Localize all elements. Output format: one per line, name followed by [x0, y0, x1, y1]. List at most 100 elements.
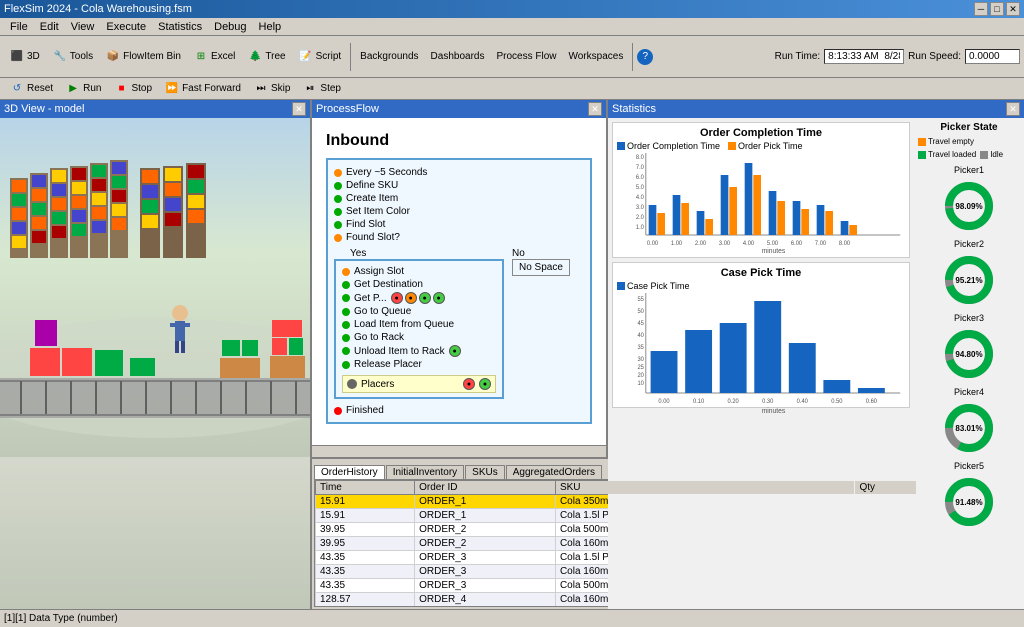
placers-row: Placers ● ● [342, 375, 496, 393]
col-time[interactable]: Time [316, 481, 415, 495]
svg-text:8.0: 8.0 [636, 155, 645, 161]
view3d-canvas[interactable] [0, 118, 310, 609]
col-qty[interactable]: Qty [855, 481, 917, 495]
status-text: [1][1] Data Type (number) [4, 613, 118, 624]
dot-findslot [334, 221, 342, 229]
btn-flowitem[interactable]: 📦 FlowItem Bin [100, 47, 186, 67]
btn-backgrounds[interactable]: Backgrounds [355, 49, 423, 64]
view3d-panel: 3D View - model ✕ [0, 100, 312, 609]
picker-cards: Picker198.09%Picker295.21%Picker394.80%P… [918, 165, 1020, 535]
svg-text:minutes: minutes [762, 408, 786, 413]
tools-icon: 🔧 [52, 49, 68, 65]
btn-reset[interactable]: ↺ Reset [4, 79, 58, 99]
skip-icon: ⏭ [253, 81, 269, 97]
flow-gotoqueue: Go to Queue [342, 305, 496, 318]
cell-time: 43.35 [316, 565, 415, 579]
yes-box: Assign Slot Get Destination Get P... [334, 259, 504, 399]
dot-getdest [342, 281, 350, 289]
view3d-close[interactable]: ✕ [292, 102, 306, 116]
menu-view[interactable]: View [65, 21, 101, 33]
btn-processflow[interactable]: Process Flow [491, 49, 561, 64]
pf-h-scroll[interactable] [312, 445, 606, 457]
inbound-title: Inbound [326, 132, 592, 150]
app-title: FlexSim 2024 - Cola Warehousing.fsm [4, 3, 192, 15]
btn-skip[interactable]: ⏭ Skip [248, 79, 295, 99]
menu-file[interactable]: File [4, 21, 34, 33]
cell-time: 39.95 [316, 523, 415, 537]
circle-orange-btn[interactable]: ● [405, 292, 417, 304]
cell-order_id: ORDER_3 [415, 579, 556, 593]
chart1-area: 8.0 7.0 6.0 5.0 4.0 3.0 2.0 1.0 [617, 153, 905, 253]
btn-tree[interactable]: 🌲 Tree [242, 47, 290, 67]
picker-card-picker1: Picker198.09% [918, 165, 1020, 236]
btn-workspaces[interactable]: Workspaces [563, 49, 628, 64]
dot-foundslot [334, 234, 342, 242]
btn-3d[interactable]: ⬛ 3D [4, 47, 45, 67]
flow-every5s: Every ~5 Seconds [334, 166, 584, 179]
run-toolbar: ↺ Reset ▶ Run ■ Stop ⏩ Fast Forward ⏭ Sk… [0, 78, 1024, 100]
window-controls: ─ □ ✕ [974, 2, 1020, 16]
picker-card-picker2: Picker295.21% [918, 239, 1020, 310]
svg-text:10: 10 [637, 381, 644, 387]
donut-pct: 94.80% [955, 350, 982, 359]
pf-close[interactable]: ✕ [588, 102, 602, 116]
close-button[interactable]: ✕ [1006, 2, 1020, 16]
minimize-button[interactable]: ─ [974, 2, 988, 16]
yes-label: Yes [350, 248, 504, 259]
menu-help[interactable]: Help [253, 21, 288, 33]
menu-execute[interactable]: Execute [100, 21, 152, 33]
menu-edit[interactable]: Edit [34, 21, 65, 33]
btn-step[interactable]: ⏯ Step [297, 79, 346, 99]
col-orderid[interactable]: Order ID [415, 481, 556, 495]
charts-area: Order Completion Time Order Completion T… [608, 118, 914, 609]
processflow-content[interactable]: Inbound Every ~5 Seconds Define SKU C [312, 118, 606, 445]
run-time-input[interactable] [824, 49, 904, 64]
tree-icon: 🌲 [247, 49, 263, 65]
cell-time: 128.57 [316, 593, 415, 607]
placers-dot [347, 379, 357, 389]
run-speed-input[interactable] [965, 49, 1020, 64]
btn-script[interactable]: 📝 Script [293, 47, 347, 67]
circle-green2-btn[interactable]: ● [433, 292, 445, 304]
menu-statistics[interactable]: Statistics [152, 21, 208, 33]
tab-initialinventory[interactable]: InitialInventory [386, 465, 464, 479]
maximize-button[interactable]: □ [990, 2, 1004, 16]
svg-text:0.60: 0.60 [866, 399, 878, 405]
menu-debug[interactable]: Debug [208, 21, 252, 33]
btn-run[interactable]: ▶ Run [60, 79, 106, 99]
placers-red[interactable]: ● [463, 378, 475, 390]
tab-orderhistory[interactable]: OrderHistory [314, 465, 385, 479]
main-area: 3D View - model ✕ [0, 100, 1024, 609]
main-toolbar: ⬛ 3D 🔧 Tools 📦 FlowItem Bin ⊞ Excel 🌲 Tr… [0, 36, 1024, 78]
reset-icon: ↺ [9, 81, 25, 97]
tab-skus[interactable]: SKUs [465, 465, 505, 479]
col-sku[interactable]: SKU [555, 481, 855, 495]
view3d-title-text: 3D View - model [4, 103, 85, 115]
btn-stop[interactable]: ■ Stop [108, 79, 157, 99]
circle-green-btn[interactable]: ● [419, 292, 431, 304]
btn-dashboards[interactable]: Dashboards [426, 49, 490, 64]
stats-title-bar: Statistics ✕ [608, 100, 1024, 118]
svg-text:2.00: 2.00 [695, 241, 707, 247]
placers-green[interactable]: ● [479, 378, 491, 390]
circle-red-btn[interactable]: ● [391, 292, 403, 304]
unload-green-btn[interactable]: ● [449, 345, 461, 357]
legend-idle: Idle [980, 150, 1003, 159]
btn-tools[interactable]: 🔧 Tools [47, 47, 98, 67]
dot-createitem [334, 195, 342, 203]
dot-gotoqueue [342, 308, 350, 316]
svg-text:0.50: 0.50 [831, 399, 843, 405]
legend-orange-sq [728, 142, 736, 150]
flow-unloaditem: Unload Item to Rack ● [342, 344, 496, 358]
help-icon[interactable]: ? [637, 49, 653, 65]
svg-text:25: 25 [637, 365, 644, 371]
stats-panel: Statistics ✕ Order Completion Time Order… [608, 100, 1024, 609]
picker-label: Picker3 [954, 313, 984, 323]
tab-aggregatedorders[interactable]: AggregatedOrders [506, 465, 602, 479]
svg-text:1.00: 1.00 [671, 241, 683, 247]
dot-every5s [334, 169, 342, 177]
btn-fastforward[interactable]: ⏩ Fast Forward [159, 79, 246, 99]
stats-close[interactable]: ✕ [1006, 102, 1020, 116]
chart2-legend: Case Pick Time [617, 281, 905, 291]
btn-excel[interactable]: ⊞ Excel [188, 47, 240, 67]
